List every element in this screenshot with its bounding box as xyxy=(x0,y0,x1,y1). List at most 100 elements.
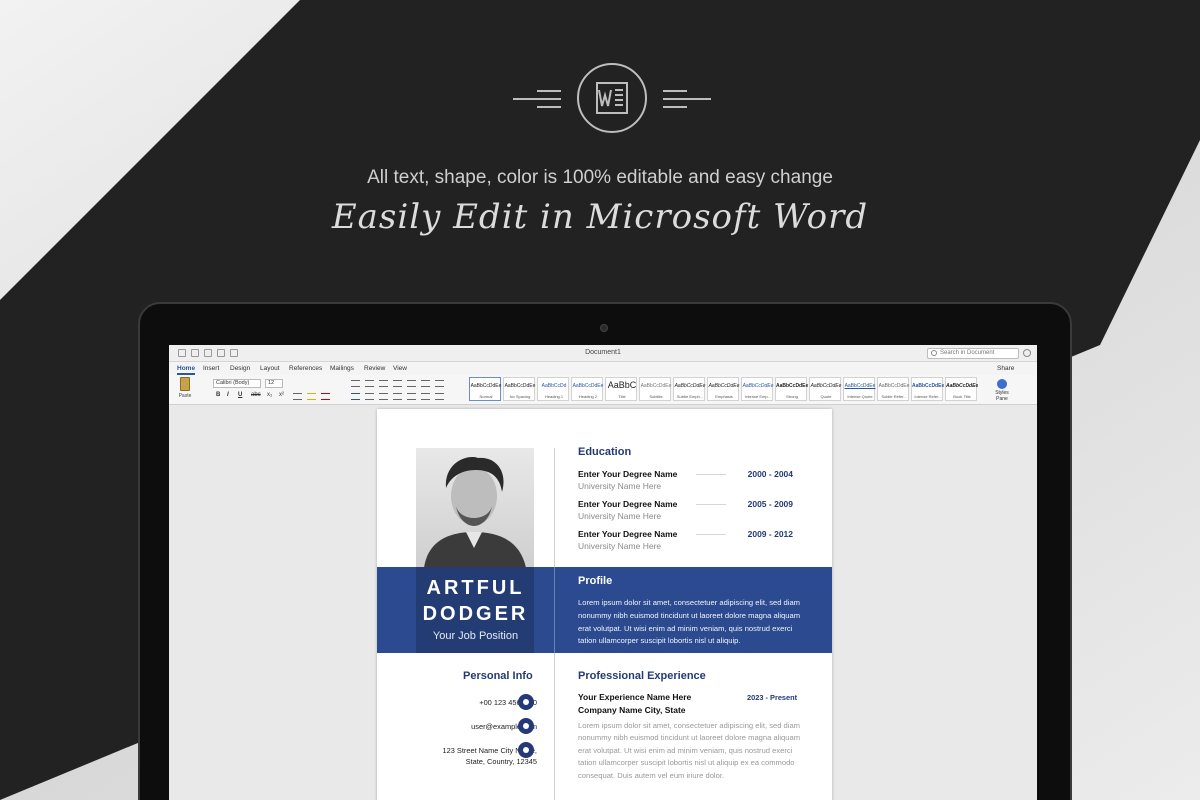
profile-photo[interactable] xyxy=(416,448,534,568)
style-heading-2[interactable]: AaBbCcDdEe Heading 2 xyxy=(571,377,603,401)
style-name: Intense Emp... xyxy=(745,394,771,399)
styles-pane-label: Styles Pane xyxy=(995,390,1009,402)
experience-years[interactable]: 2023 - Present xyxy=(747,693,797,702)
education-years: 2000 - 2004 xyxy=(747,469,793,479)
university-name: University Name Here xyxy=(578,481,662,491)
bullets-icon[interactable] xyxy=(351,380,360,387)
style-quote[interactable]: AaBbCcDdEe Quote xyxy=(809,377,841,401)
numbering-icon[interactable] xyxy=(365,380,374,387)
style-intense-quote[interactable]: AaBbCcDdEe Intense Quote xyxy=(843,377,875,401)
style-subtle-emphasis[interactable]: AaBbCcDdEe Subtle Emph... xyxy=(673,377,705,401)
style-name: Heading 1 xyxy=(544,394,564,399)
tab-home[interactable]: Home xyxy=(177,365,196,375)
paste-button[interactable]: Paste xyxy=(174,377,196,403)
ribbon-tabs: Home Insert Design Layout References Mai… xyxy=(169,362,1037,375)
tab-mailings[interactable]: Mailings xyxy=(330,365,354,372)
window-title: Document1 xyxy=(585,349,621,356)
experience-text[interactable]: Lorem ipsum dolor sit amet, consectetuer… xyxy=(578,720,804,782)
style-subtitle[interactable]: AaBbCcDdEe Subtitle xyxy=(639,377,671,401)
justify-icon[interactable] xyxy=(393,393,402,400)
profile-heading[interactable]: Profile xyxy=(578,575,612,587)
line-spacing-icon[interactable] xyxy=(407,393,416,400)
bold-button[interactable]: B xyxy=(216,392,220,398)
style-normal[interactable]: AaBbCcDdEe Normal xyxy=(469,377,501,401)
candidate-name[interactable]: ARTFUL DODGER xyxy=(377,575,574,627)
style-heading-1[interactable]: AaBbCcDd Heading 1 xyxy=(537,377,569,401)
home-ribbon: Paste Calibri (Body) 12 B I U abc x₂ x² xyxy=(169,375,1037,405)
subscript-button[interactable]: x₂ xyxy=(267,392,272,398)
headline: Easily Edit in Microsoft Word xyxy=(331,197,869,237)
style-sample: AaBbCcDdEe xyxy=(470,383,502,389)
personal-info-heading[interactable]: Personal Info xyxy=(463,670,533,682)
text-effects-icon[interactable] xyxy=(293,393,302,400)
share-button[interactable]: Share xyxy=(997,365,1014,372)
tab-references[interactable]: References xyxy=(289,365,322,372)
tab-view[interactable]: View xyxy=(393,365,407,372)
education-item[interactable]: Enter Your Degree Name University Name H… xyxy=(578,499,808,525)
profile-text[interactable]: Lorem ipsum dolor sit amet, consectetuer… xyxy=(578,597,804,648)
align-right-icon[interactable] xyxy=(379,393,388,400)
paste-label: Paste xyxy=(178,393,192,399)
shading-icon[interactable] xyxy=(421,393,430,400)
decrease-indent-icon[interactable] xyxy=(393,380,402,387)
education-heading[interactable]: Education xyxy=(578,446,631,458)
laptop-frame: Document1 Search in Document Home Insert… xyxy=(138,302,1072,800)
strikethrough-button[interactable]: abc xyxy=(251,392,261,398)
style-sample: AaBbCcDdEe xyxy=(878,383,910,389)
style-intense-emphasis[interactable]: AaBbCcDdEe Intense Emp... xyxy=(741,377,773,401)
paragraph-marks-icon[interactable] xyxy=(435,380,444,387)
borders-icon[interactable] xyxy=(435,393,444,400)
style-sample: AaBbCcDdEe xyxy=(776,383,808,389)
superscript-button[interactable]: x² xyxy=(279,392,284,398)
word-icon xyxy=(513,63,711,133)
style-title[interactable]: AaBbC Title xyxy=(605,377,637,401)
style-strong[interactable]: AaBbCcDdEe Strong xyxy=(775,377,808,401)
search-input[interactable]: Search in Document xyxy=(927,348,1019,359)
experience-company[interactable]: Company Name City, State xyxy=(578,705,686,715)
candidate-last-name: DODGER xyxy=(422,603,529,625)
phone-text[interactable]: +00 123 4567890 xyxy=(397,697,537,708)
style-name: Emphasis xyxy=(715,394,733,399)
tab-insert[interactable]: Insert xyxy=(203,365,219,372)
increase-indent-icon[interactable] xyxy=(407,380,416,387)
style-sample: AaBbCcDdEe xyxy=(640,383,672,389)
sort-icon[interactable] xyxy=(421,380,430,387)
education-item[interactable]: Enter Your Degree Name University Name H… xyxy=(578,469,808,495)
tab-design[interactable]: Design xyxy=(230,365,250,372)
search-placeholder: Search in Document xyxy=(940,350,995,356)
styles-pane-button[interactable]: Styles Pane xyxy=(989,379,1015,402)
degree-name: Enter Your Degree Name xyxy=(578,529,678,539)
style-book-title[interactable]: AaBbCcDdEe Book Title xyxy=(945,377,978,401)
align-center-icon[interactable] xyxy=(365,393,374,400)
tagline: All text, shape, color is 100% editable … xyxy=(367,167,833,188)
style-sample: AaBbC xyxy=(607,380,637,390)
style-emphasis[interactable]: AaBbCcDdEe Emphasis xyxy=(707,377,739,401)
style-sample: AaBbCcDd xyxy=(541,383,567,389)
font-size-select[interactable]: 12 xyxy=(265,379,283,388)
address-text[interactable]: 123 Street Name City Name, State, Countr… xyxy=(397,745,537,767)
document-page[interactable]: ARTFUL DODGER Your Job Position Educatio… xyxy=(377,409,832,800)
tab-layout[interactable]: Layout xyxy=(260,365,280,372)
job-position[interactable]: Your Job Position xyxy=(377,630,574,642)
style-name: Title xyxy=(618,394,626,399)
multilevel-list-icon[interactable] xyxy=(379,380,388,387)
email-text[interactable]: user@example.com xyxy=(397,721,537,732)
style-subtle-reference[interactable]: AaBbCcDdEe Subtle Refer... xyxy=(877,377,909,401)
style-sample: AaBbCcDdEe xyxy=(946,383,978,389)
feedback-smiley-icon[interactable] xyxy=(1023,349,1031,357)
highlight-icon[interactable] xyxy=(307,393,316,400)
education-item[interactable]: Enter Your Degree Name University Name H… xyxy=(578,529,808,555)
style-sample: AaBbCcDdEe xyxy=(708,383,740,389)
italic-button[interactable]: I xyxy=(227,392,229,398)
font-name-select[interactable]: Calibri (Body) xyxy=(213,379,261,388)
font-color-icon[interactable] xyxy=(321,393,330,400)
align-left-icon[interactable] xyxy=(351,393,360,400)
style-sample: AaBbCcDdEe xyxy=(742,383,774,389)
experience-title[interactable]: Your Experience Name Here xyxy=(578,692,691,702)
experience-heading[interactable]: Professional Experience xyxy=(578,670,706,682)
style-name: No Spacing xyxy=(509,394,531,399)
style-no-spacing[interactable]: AaBbCcDdEe No Spacing xyxy=(503,377,535,401)
tab-review[interactable]: Review xyxy=(364,365,385,372)
underline-button[interactable]: U xyxy=(238,392,242,398)
style-intense-reference[interactable]: AaBbCcDdEe Intense Refer... xyxy=(911,377,944,401)
